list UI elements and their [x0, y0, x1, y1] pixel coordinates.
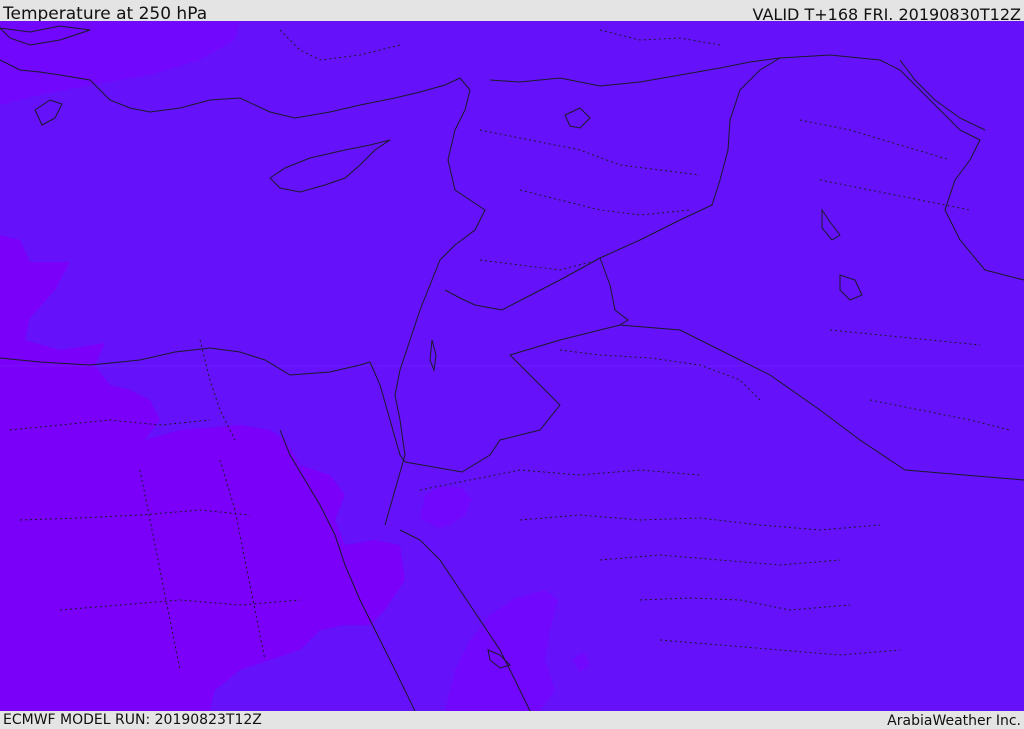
footer-bar: ECMWF MODEL RUN: 20190823T12Z ArabiaWeat… [0, 711, 1024, 729]
weather-map [0, 21, 1024, 712]
model-run-label: ECMWF MODEL RUN: 20190823T12Z [3, 712, 262, 728]
header-bar: Temperature at 250 hPa VALID T+168 FRI. … [0, 0, 1024, 24]
credit-label: ArabiaWeather Inc. [887, 713, 1021, 729]
